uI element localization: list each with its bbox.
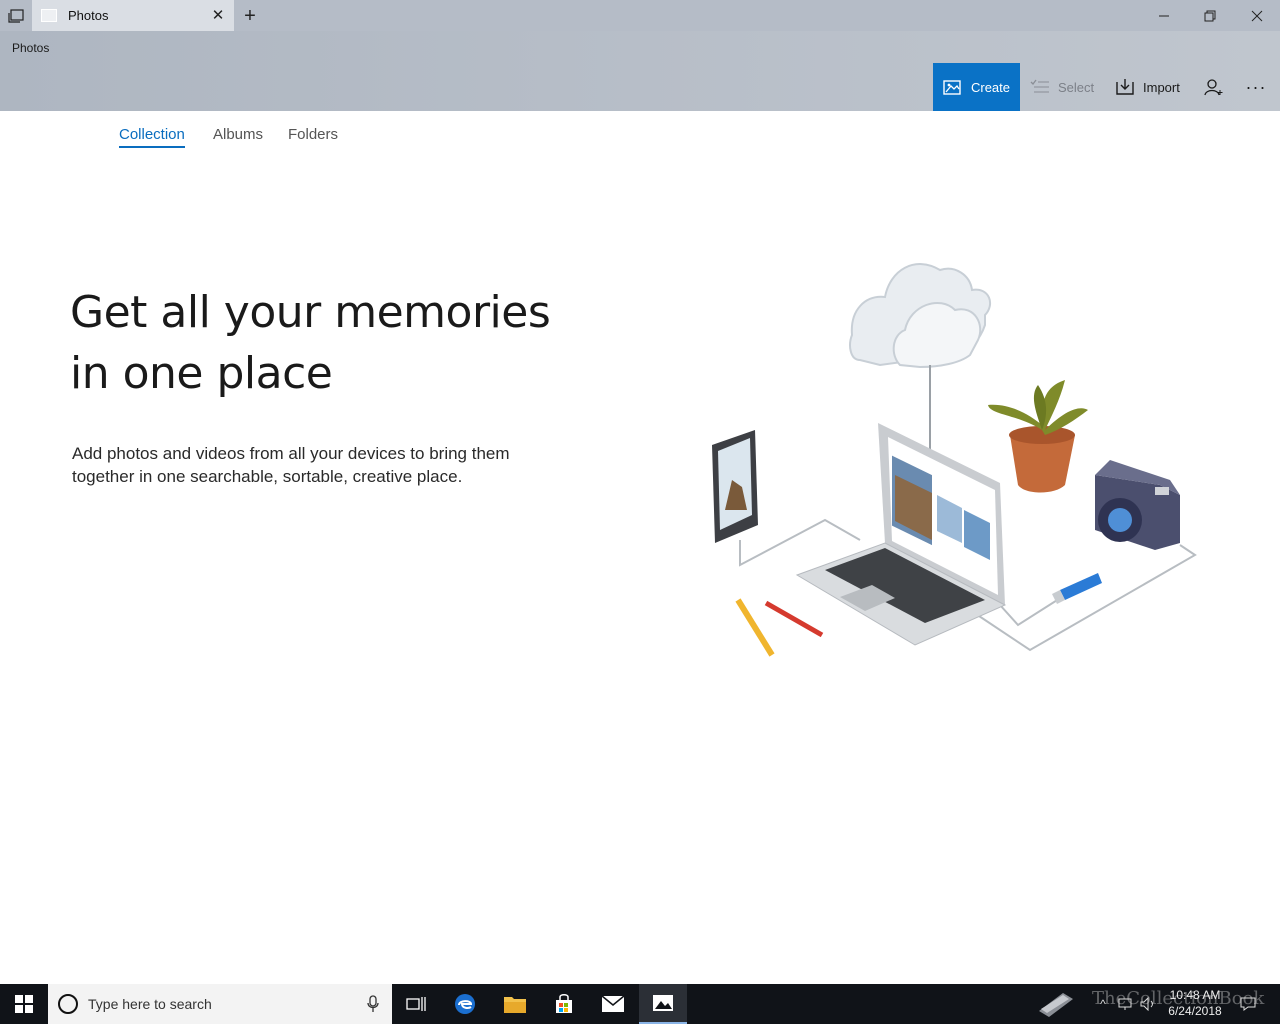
cloud-icon xyxy=(849,263,992,369)
select-label: Select xyxy=(1058,79,1095,95)
taskbar-clock[interactable]: 10:48 AM 6/24/2018 xyxy=(1160,987,1230,1019)
devices-illustration xyxy=(712,263,1197,657)
tab-collection[interactable]: Collection xyxy=(119,126,185,148)
network-icon[interactable] xyxy=(1116,984,1134,1024)
chevron-up-icon[interactable]: ^ xyxy=(1094,984,1112,1024)
file-explorer-icon[interactable] xyxy=(491,984,539,1024)
taskbar-search-box[interactable]: Type here to search xyxy=(48,984,392,1024)
import-icon xyxy=(1116,79,1134,95)
tab-folders[interactable]: Folders xyxy=(288,126,338,143)
microphone-icon[interactable] xyxy=(366,995,380,1013)
browser-tab-photos[interactable]: Photos ✕ xyxy=(32,0,234,31)
hero-description: Add photos and videos from all your devi… xyxy=(72,444,510,486)
new-tab-icon[interactable]: + xyxy=(238,4,262,28)
tab-list-icon[interactable] xyxy=(0,0,32,31)
clock-time: 10:48 AM xyxy=(1169,988,1221,1002)
notebook-icon[interactable] xyxy=(1032,984,1078,1024)
create-label: Create xyxy=(970,79,1011,95)
import-label: Import xyxy=(1143,79,1180,95)
windows-icon xyxy=(15,995,33,1013)
photos-app-icon[interactable] xyxy=(639,984,687,1024)
select-icon xyxy=(1030,79,1049,93)
mail-icon[interactable] xyxy=(589,984,637,1024)
import-button[interactable]: Import xyxy=(1115,63,1180,111)
taskbar: Type here to search TheCollectionBook ^ … xyxy=(0,984,1280,1024)
camera-icon xyxy=(1095,460,1180,550)
pencil-icon xyxy=(735,598,824,657)
edge-icon[interactable] xyxy=(441,984,489,1024)
usb-drive-icon xyxy=(1052,573,1102,604)
photos-tab-icon xyxy=(41,9,57,22)
more-options-icon[interactable]: ··· xyxy=(1240,63,1272,111)
tab-close-icon[interactable]: ✕ xyxy=(208,6,228,26)
volume-icon[interactable] xyxy=(1138,984,1158,1024)
plant-icon xyxy=(988,380,1088,493)
restore-icon[interactable] xyxy=(1187,0,1233,31)
hero-title: Get all your memories in one place xyxy=(70,287,551,399)
clock-date: 6/24/2018 xyxy=(1168,1004,1222,1018)
minimize-icon[interactable] xyxy=(1141,0,1187,31)
search-placeholder: Type here to search xyxy=(88,996,212,1012)
cortana-icon xyxy=(58,994,78,1014)
app-header: Photos Create Select Import ··· xyxy=(0,31,1280,111)
tab-albums[interactable]: Albums xyxy=(213,126,263,143)
create-icon xyxy=(943,80,961,95)
add-person-icon xyxy=(1204,79,1223,96)
action-center-icon[interactable] xyxy=(1236,984,1260,1024)
account-button[interactable] xyxy=(1202,63,1226,111)
window-close-icon[interactable] xyxy=(1234,0,1280,31)
create-button[interactable]: Create xyxy=(933,63,1020,111)
title-bar: Photos ✕ + xyxy=(0,0,1280,31)
start-button[interactable] xyxy=(0,984,48,1024)
laptop-icon xyxy=(795,423,1007,646)
phone-icon xyxy=(712,430,758,543)
task-view-icon[interactable] xyxy=(392,984,440,1024)
app-title: Photos xyxy=(12,41,50,55)
tab-title: Photos xyxy=(68,8,109,23)
store-icon[interactable] xyxy=(540,984,588,1024)
select-button[interactable]: Select xyxy=(1030,63,1094,111)
